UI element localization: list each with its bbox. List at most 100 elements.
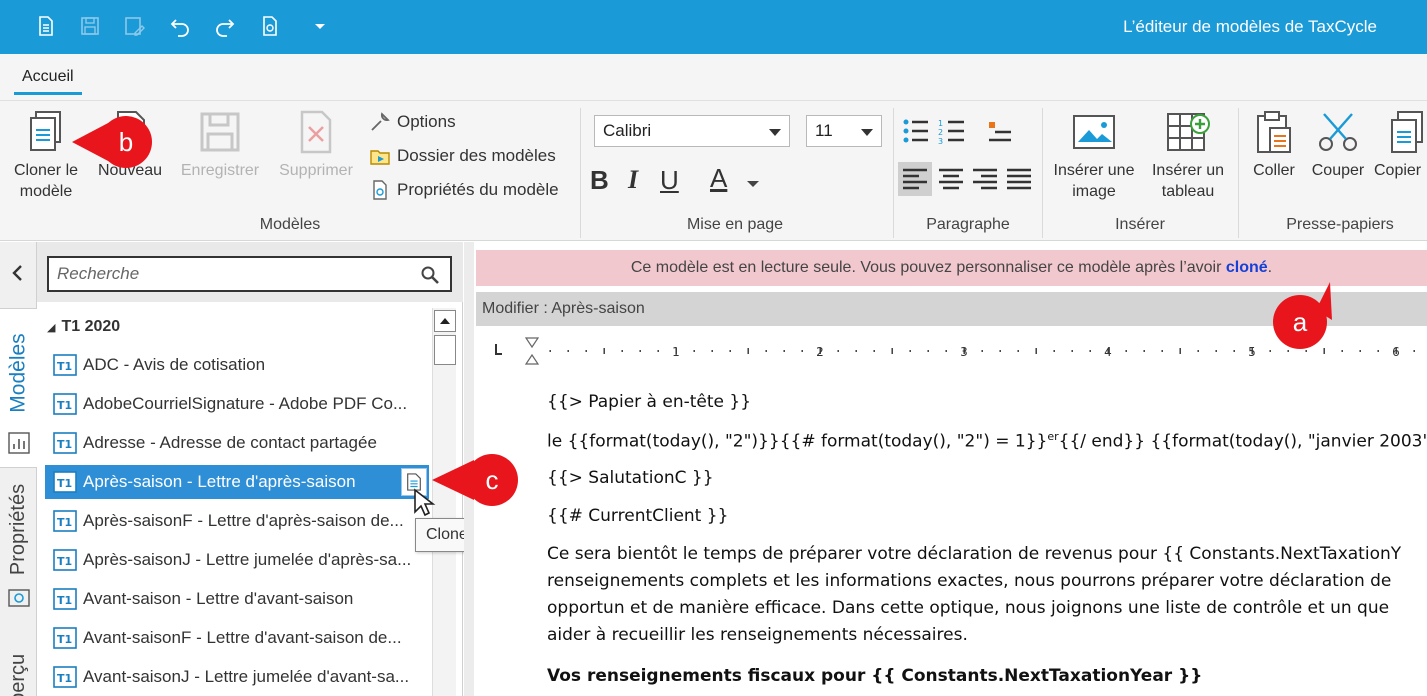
list-item-label: Après-saison - Lettre d'après-saison [83, 472, 356, 491]
align-left-icon [903, 168, 927, 190]
list-item[interactable]: T1 Après-saison - Lettre d'après-saison [45, 465, 429, 499]
delete-template-button[interactable]: Supprimer [272, 108, 360, 181]
font-family-value: Calibri [603, 121, 652, 140]
tab-modeles-label: Modèles [7, 333, 31, 413]
template-icon: T1 [53, 666, 77, 688]
group-label-paragraphe: Paragraphe [926, 216, 1010, 233]
underline-button[interactable]: U [660, 165, 679, 196]
templates-folder-button[interactable]: Dossier des modèles [369, 145, 556, 167]
ruler-tick [1089, 350, 1091, 352]
options-button[interactable]: Options [369, 111, 456, 133]
delete-icon [300, 110, 332, 154]
clone-icon [30, 111, 61, 151]
doc-line: aider à recueillir les renseignements né… [547, 625, 968, 645]
tree-group-header[interactable]: ◢ T1 2020 [47, 318, 120, 336]
save-as-icon[interactable] [120, 12, 148, 40]
ruler-tick [1017, 350, 1019, 352]
italic-button[interactable]: I [628, 165, 638, 195]
paste-button[interactable]: Coller [1242, 108, 1306, 181]
ruler-tick [855, 350, 857, 352]
align-right-icon[interactable] [972, 167, 998, 191]
list-item[interactable]: T1 Après-saisonJ - Lettre jumelée d'après… [45, 543, 429, 577]
ruler-tick [1179, 348, 1181, 354]
template-properties-label: Propriétés du modèle [397, 180, 559, 199]
undo-icon[interactable] [166, 12, 194, 40]
list-item[interactable]: T1 AdobeCourrielSignature - Adobe PDF Co.… [45, 387, 429, 421]
wrench-icon [371, 112, 390, 131]
save-icon[interactable] [76, 12, 104, 40]
list-item[interactable]: T1 Après-saisonF - Lettre d'après-saison … [45, 504, 429, 538]
copy-icon [1391, 111, 1423, 153]
save-icon [200, 112, 240, 152]
svg-text:T1: T1 [57, 555, 72, 568]
template-icon: T1 [53, 432, 77, 454]
new-file-icon[interactable] [32, 12, 60, 40]
font-color-button[interactable]: A [710, 163, 727, 194]
align-left-button[interactable] [898, 162, 932, 196]
group-separator [580, 108, 581, 238]
scroll-up-button[interactable] [434, 310, 456, 332]
search-icon[interactable] [420, 265, 440, 285]
insert-table-label: Insérer un tableau [1151, 162, 1225, 200]
properties-icon [373, 180, 387, 200]
tab-proprietes-label: Propriétés [7, 483, 29, 575]
template-properties-button[interactable]: Propriétés du modèle [369, 179, 559, 201]
paragraph-spacing-icon[interactable] [985, 118, 1013, 144]
list-item[interactable]: T1 Avant-saison - Lettre d'avant-saison [45, 582, 429, 616]
list-item[interactable]: T1 ADC - Avis de cotisation [45, 348, 429, 382]
justify-icon[interactable] [1006, 167, 1032, 191]
cut-button[interactable]: Couper [1304, 108, 1372, 181]
ruler-tick [1125, 350, 1127, 352]
save-template-label: Enregistrer [180, 162, 260, 179]
callout-c: c [432, 454, 518, 506]
chart-icon [8, 432, 30, 454]
tab-modeles[interactable]: Modèles [0, 308, 38, 468]
font-family-select[interactable]: Calibri [594, 115, 790, 147]
tab-stop-icon[interactable] [495, 344, 502, 355]
redo-icon[interactable] [211, 12, 239, 40]
ruler-tick [747, 348, 749, 354]
chevron-down-icon[interactable] [746, 179, 760, 189]
indent-marker-icon[interactable] [524, 337, 540, 365]
ruler-tick [1215, 350, 1217, 352]
expand-triangle-icon[interactable]: ◢ [47, 322, 55, 334]
ruler-tick [657, 350, 659, 352]
paste-label: Coller [1253, 162, 1295, 179]
svg-text:T1: T1 [57, 672, 72, 685]
copy-button[interactable]: Copier [1374, 108, 1427, 181]
svg-text:T1: T1 [57, 360, 72, 373]
tab-apercu[interactable]: Aperçu [0, 634, 37, 696]
tab-accueil[interactable]: Accueil [14, 68, 82, 95]
scroll-thumb[interactable] [434, 335, 456, 365]
align-center-icon[interactable] [938, 167, 964, 191]
doc-line: Ce sera bientôt le temps de préparer vot… [547, 544, 1402, 564]
ruler-tick [981, 350, 983, 352]
ruler-tick [603, 348, 605, 354]
templates-folder-label: Dossier des modèles [397, 146, 556, 165]
clone-link[interactable]: cloné [1226, 259, 1268, 276]
list-item[interactable]: T1 Avant-saisonJ - Lettre jumelée d'avant… [45, 660, 429, 694]
search-input[interactable]: Recherche [47, 256, 452, 292]
numbered-list-icon[interactable]: 123 [938, 118, 966, 144]
template-icon: T1 [53, 588, 77, 610]
list-item[interactable]: T1 Adresse - Adresse de contact partagée [45, 426, 429, 460]
insert-image-button[interactable]: Insérer une image [1048, 108, 1140, 202]
ruler-tick [801, 350, 803, 352]
ruler-tick [729, 350, 731, 352]
group-separator [1238, 108, 1239, 238]
save-template-button[interactable]: Enregistrer [174, 108, 266, 181]
tab-proprietes[interactable]: Propriétés [0, 474, 37, 614]
bullet-list-icon[interactable] [902, 118, 930, 144]
bold-button[interactable]: B [590, 165, 609, 196]
list-item[interactable]: T1 Avant-saisonF - Lettre d'avant-saison … [45, 621, 429, 655]
settings-file-icon[interactable] [256, 12, 284, 40]
ruler-tick [621, 350, 623, 352]
tree-group-label: T1 2020 [61, 318, 121, 335]
ruler-tick [693, 350, 695, 352]
insert-table-button[interactable]: Insérer un tableau [1142, 108, 1234, 202]
list-item-label: Adresse - Adresse de contact partagée [83, 433, 377, 452]
collapse-chevron-icon[interactable] [10, 264, 26, 282]
dropdown-icon[interactable] [306, 12, 334, 40]
font-size-select[interactable]: 11 [806, 115, 882, 147]
ruler-number: 2 [816, 345, 824, 359]
